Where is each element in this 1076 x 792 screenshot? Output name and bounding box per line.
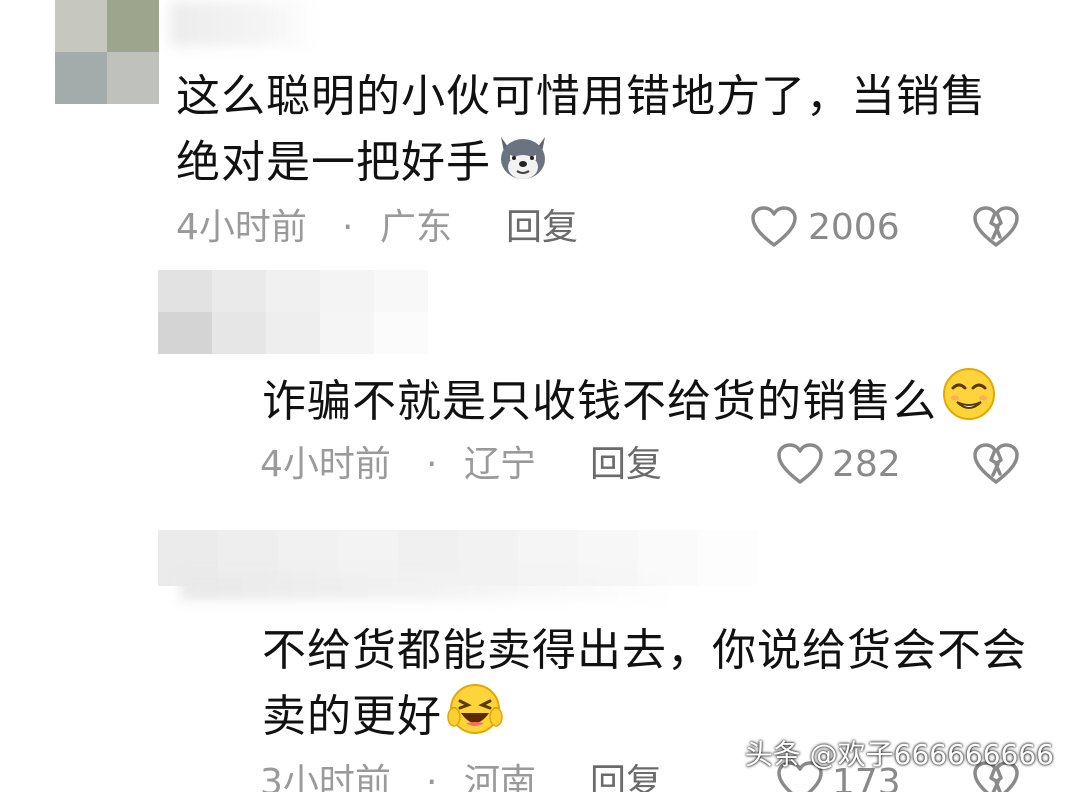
username-blurred[interactable]	[180, 574, 680, 600]
husky-dog-emoji	[501, 137, 545, 179]
comment-meta: 4小时前 · 广东 回复 2006	[176, 203, 1036, 253]
separator-dot: ·	[426, 762, 438, 792]
like-count: 282	[832, 444, 901, 485]
heart-icon[interactable]	[750, 205, 798, 249]
reply-button[interactable]: 回复	[590, 440, 662, 490]
timestamp: 4小时前	[176, 207, 307, 248]
heart-icon[interactable]	[776, 442, 824, 486]
username-blurred[interactable]	[170, 2, 320, 46]
location: 辽宁	[464, 444, 537, 485]
watermark: 头条 @欢子666666666	[744, 738, 1054, 771]
comment-text-line: 这么聪明的小伙可惜用错地方了，当销售	[176, 71, 986, 122]
separator-dot: ·	[426, 444, 438, 485]
avatar[interactable]	[158, 270, 428, 354]
comment-text-line: 不给货都能卖得出去，你说给货会不会	[262, 625, 1027, 676]
comment-text: 诈骗不就是只收钱不给货的销售么	[262, 366, 997, 432]
comment-text-line: 诈骗不就是只收钱不给货的销售么	[262, 366, 997, 432]
location: 河南	[464, 762, 537, 792]
avatar[interactable]	[55, 0, 159, 104]
timestamp: 3小时前	[260, 762, 391, 792]
broken-heart-icon[interactable]	[972, 442, 1020, 486]
smirk-face-emoji	[943, 368, 995, 420]
broken-heart-icon[interactable]	[972, 205, 1020, 249]
comment-text-line: 绝对是一把好手	[176, 127, 986, 193]
location: 广东	[380, 207, 453, 248]
comment-text: 这么聪明的小伙可惜用错地方了，当销售 绝对是一把好手	[176, 66, 986, 193]
timestamp: 4小时前	[260, 444, 391, 485]
reply-button[interactable]: 回复	[506, 203, 578, 253]
laugh-cry-emoji	[447, 684, 503, 734]
like-count: 2006	[808, 207, 900, 248]
separator-dot: ·	[342, 207, 354, 248]
reply-button[interactable]: 回复	[590, 758, 662, 792]
comment-meta: 4小时前 · 辽宁 回复 282	[260, 440, 1040, 490]
comment-text: 不给货都能卖得出去，你说给货会不会 卖的更好	[262, 620, 1027, 747]
